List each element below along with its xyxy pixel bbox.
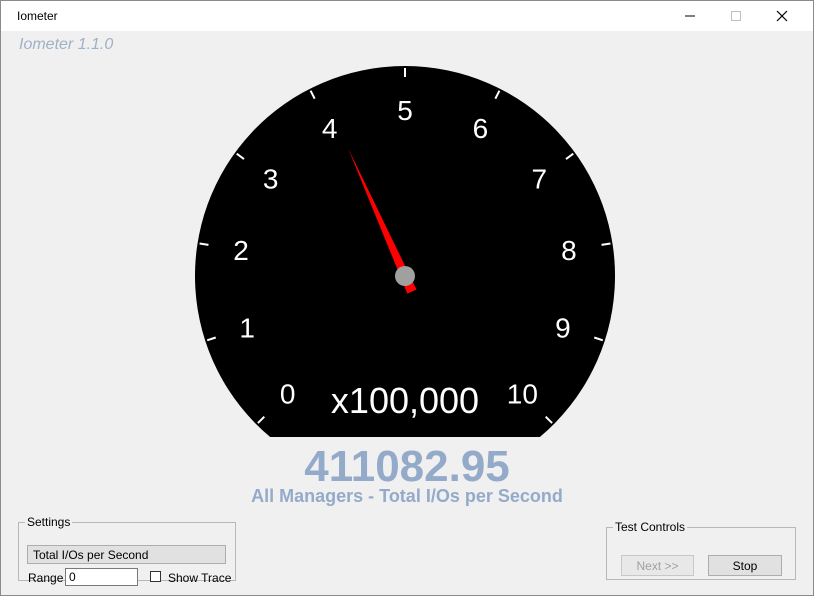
gauge-scale-label: 8 (561, 235, 577, 266)
range-label: Range (28, 571, 64, 585)
iometer-window: Iometer Iometer 1.1.0 0 1 2 3 4 5 6 7 8 9 10 x100,… (0, 0, 814, 596)
gauge-scale-label: 5 (397, 95, 413, 126)
next-button[interactable]: Next >> (621, 555, 694, 576)
gauge-scale-label: 7 (532, 163, 548, 194)
readout-label: All Managers - Total I/Os per Second (251, 486, 563, 506)
gauge-multiplier-label: x100,000 (331, 380, 479, 421)
range-input[interactable]: 0 (65, 568, 138, 586)
stop-button[interactable]: Stop (708, 555, 782, 576)
readout-value: 411082.95 (304, 442, 510, 491)
gauge-hub (395, 266, 415, 286)
gauge-scale-label: 10 (507, 378, 538, 409)
gauge-scale-label: 9 (555, 312, 571, 343)
metric-select-button[interactable]: Total I/Os per Second (27, 545, 226, 564)
test-controls-legend: Test Controls (615, 520, 686, 534)
gauge-scale-label: 6 (473, 113, 489, 144)
gauge-scale-label: 4 (322, 113, 338, 144)
settings-group: Settings Total I/Os per Second Range 0 S… (18, 515, 236, 586)
gauge-scale-label: 0 (280, 378, 296, 409)
gauge-scale-label: 2 (233, 235, 249, 266)
gauge-scale-label: 1 (239, 312, 255, 343)
gauge-tick (199, 242, 209, 246)
show-trace-checkbox[interactable] (150, 571, 161, 582)
settings-legend: Settings (27, 515, 71, 529)
show-trace-label[interactable]: Show Trace (168, 571, 231, 585)
gauge-scale-label: 3 (263, 163, 279, 194)
test-controls-group: Test Controls Next >> Stop (606, 520, 796, 580)
gauge-tick (601, 242, 611, 246)
